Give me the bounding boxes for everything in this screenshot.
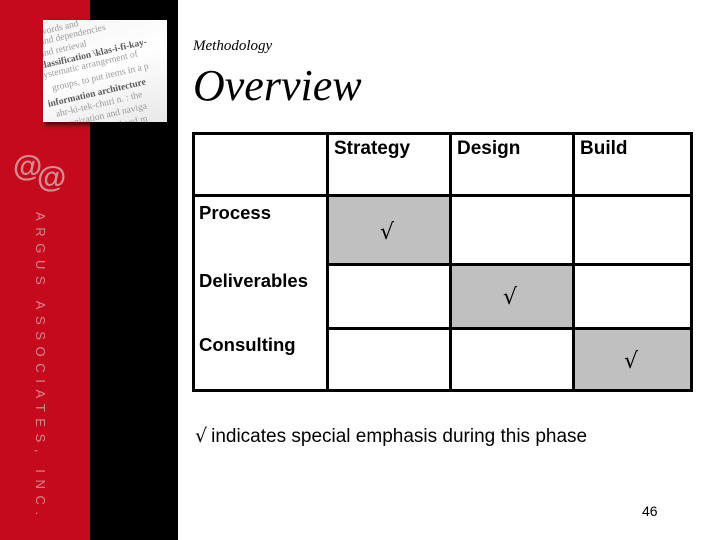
column-header-design: Design xyxy=(457,138,521,159)
check-icon: √ xyxy=(195,425,208,447)
dictionary-image: words and and dependencies and retrieval… xyxy=(43,20,167,122)
check-icon: √ xyxy=(503,285,518,310)
grid-line xyxy=(327,327,690,330)
footnote-text: indicates special emphasis during this p… xyxy=(211,426,588,447)
grid-line xyxy=(572,132,575,392)
grid-line xyxy=(192,132,690,135)
row-label-deliverables: Deliverables xyxy=(199,270,309,291)
grid-line xyxy=(690,132,693,392)
footnote: √ indicates special emphasis during this … xyxy=(195,425,587,448)
grid-line xyxy=(449,132,452,392)
company-name-vertical: ARGUS ASSOCIATES, INC. xyxy=(33,212,48,522)
grid-line xyxy=(192,132,195,392)
slide-subtitle: Methodology xyxy=(193,38,273,54)
row-label-process: Process xyxy=(199,202,271,223)
row-label-consulting: Consulting xyxy=(199,334,296,355)
grid-line xyxy=(192,194,690,197)
column-header-build: Build xyxy=(580,138,628,159)
column-header-strategy: Strategy xyxy=(334,138,411,159)
emphasis-matrix: Strategy Design Build Process Deliverabl… xyxy=(192,132,693,392)
grid-line xyxy=(327,263,690,266)
grid-line xyxy=(326,132,329,392)
grid-line xyxy=(192,389,693,392)
page-number: 46 xyxy=(642,503,658,519)
check-icon: √ xyxy=(624,349,639,374)
logo-at-icon: @ xyxy=(37,161,67,194)
check-icon: √ xyxy=(380,220,395,245)
slide-title: Overview xyxy=(193,61,362,110)
